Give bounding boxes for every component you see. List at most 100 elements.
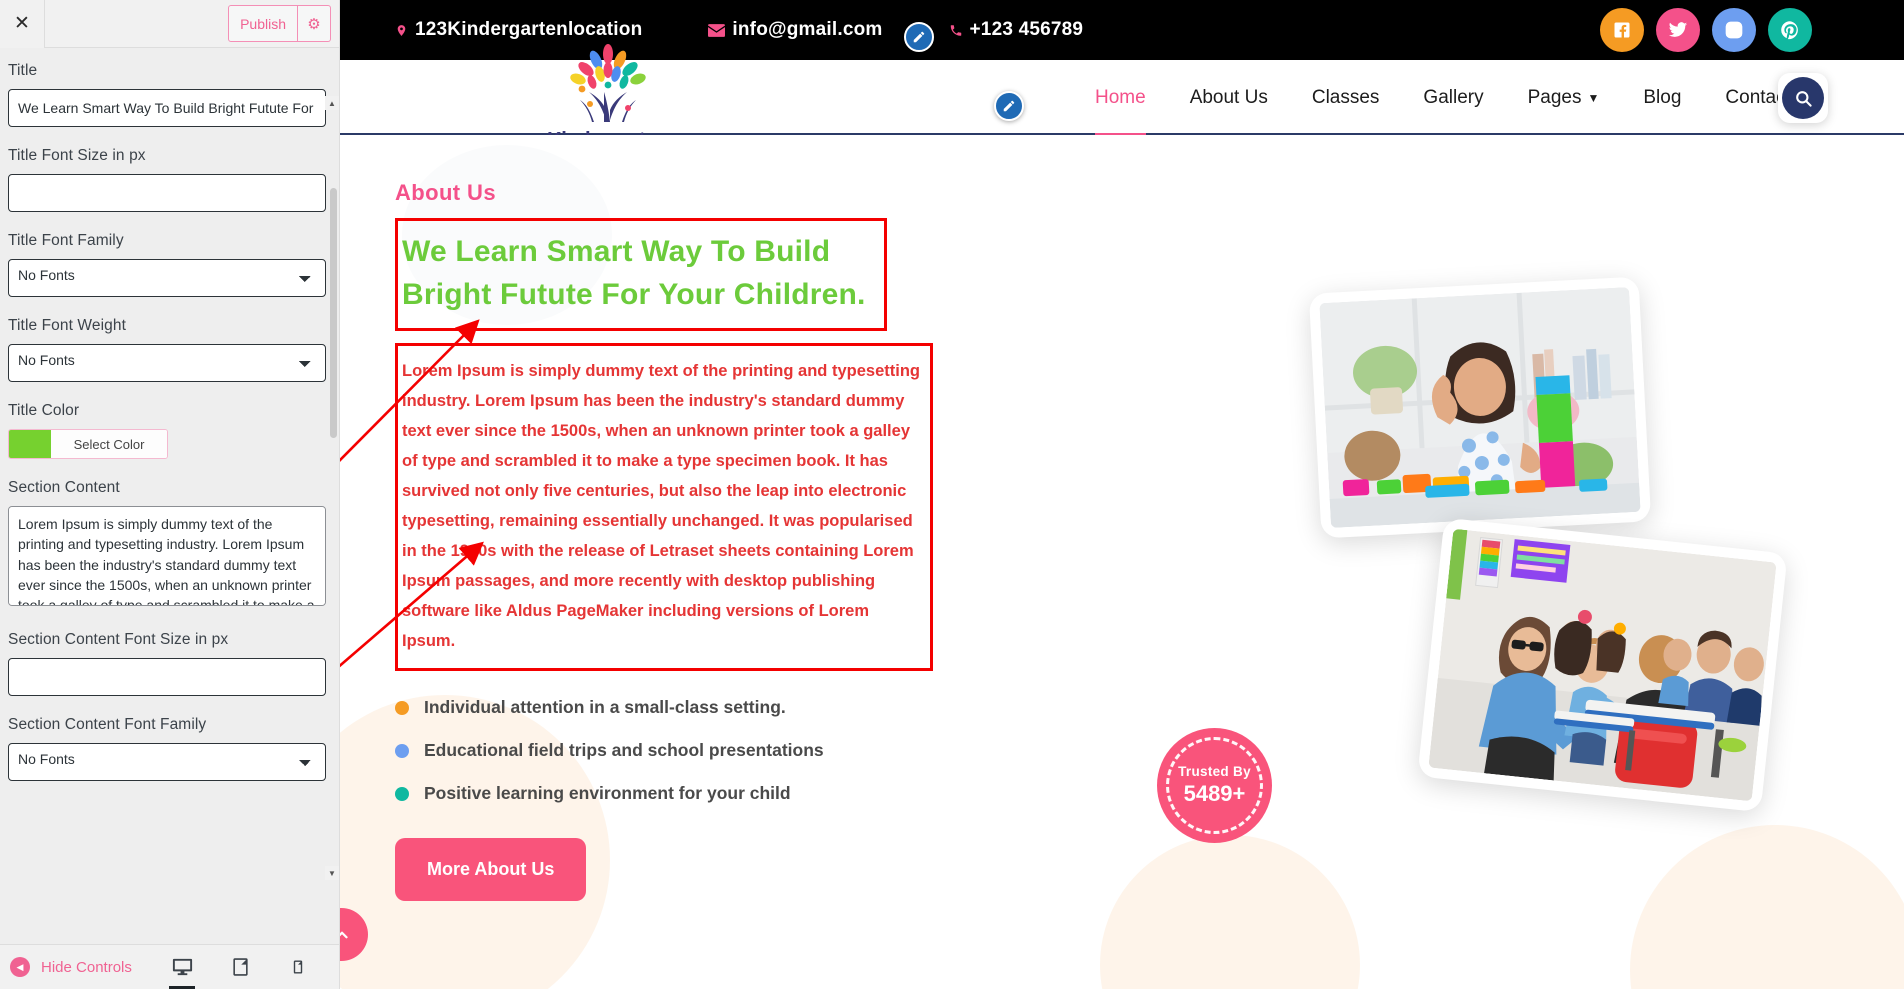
- topbar-email-text: info@gmail.com: [732, 19, 883, 40]
- hide-controls-label: Hide Controls: [41, 958, 132, 976]
- site-preview: 123Kindergartenlocation info@gmail.com +…: [340, 0, 1904, 989]
- topbar-location-text: 123Kindergartenlocation: [415, 19, 643, 40]
- field-title-font-size-label: Title Font Size in px: [8, 147, 146, 164]
- field-title-color: Title Color Select Color: [8, 388, 331, 465]
- bullet-dot-icon: [395, 743, 409, 758]
- about-content: Lorem Ipsum is simply dummy text of the …: [402, 362, 920, 651]
- field-title-font-family: Title Font Family No Fonts: [8, 218, 331, 303]
- nav-item-gallery[interactable]: Gallery: [1401, 60, 1505, 135]
- bullet-dot-icon: [395, 786, 409, 801]
- list-item-label: Individual attention in a small-class se…: [424, 697, 786, 718]
- title-input[interactable]: [8, 89, 326, 127]
- about-content-column: About Us We Learn Smart Way To Build Bri…: [395, 180, 995, 902]
- gear-icon[interactable]: ⚙: [298, 5, 331, 42]
- twitter-icon[interactable]: [1656, 8, 1700, 52]
- about-title-highlight-box: We Learn Smart Way To Build Bright Futut…: [395, 218, 887, 332]
- hide-controls-button[interactable]: ◀ Hide Controls: [0, 957, 132, 977]
- topbar-phone-text: +123 456789: [969, 19, 1084, 40]
- site-topbar: 123Kindergartenlocation info@gmail.com +…: [340, 0, 1904, 60]
- site-header: Kindergarten Home About Us Classes Galle…: [340, 44, 1904, 151]
- facebook-icon[interactable]: [1600, 8, 1644, 52]
- map-pin-icon: [395, 22, 408, 39]
- topbar-email[interactable]: info@gmail.com: [708, 19, 882, 41]
- field-title: Title: [8, 48, 331, 133]
- customizer-sidebar: ✕ Publish ⚙ Title Title Font Size in px …: [0, 0, 340, 989]
- topbar-contacts: 123Kindergartenlocation info@gmail.com +…: [395, 19, 1083, 41]
- field-title-color-label: Title Color: [8, 402, 80, 419]
- title-font-size-input[interactable]: [8, 174, 326, 212]
- scrollbar-down-arrow-icon[interactable]: ▼: [325, 866, 339, 880]
- customizer-header: ✕ Publish ⚙: [0, 0, 339, 48]
- envelope-icon: [708, 23, 726, 37]
- edit-pencil-icon-topbar[interactable]: [904, 22, 934, 52]
- nav-item-blog[interactable]: Blog: [1621, 60, 1703, 135]
- field-title-font-weight: Title Font Weight No Fonts: [8, 303, 331, 388]
- search-icon: [1782, 77, 1824, 119]
- chevron-left-icon: ◀: [10, 957, 30, 977]
- list-item-label: Educational field trips and school prese…: [424, 740, 824, 761]
- trusted-badge-value: 5489+: [1183, 781, 1246, 806]
- tablet-icon[interactable]: [219, 945, 261, 989]
- trusted-badge-label: Trusted By: [1178, 764, 1251, 779]
- desktop-icon[interactable]: [161, 945, 203, 989]
- select-color-button[interactable]: Select Color: [51, 430, 167, 458]
- trusted-badge: Trusted By 5489+: [1157, 728, 1272, 843]
- girl-playing-blocks-photo: [1319, 287, 1641, 528]
- field-title-font-size: Title Font Size in px: [8, 133, 331, 218]
- nav-item-classes[interactable]: Classes: [1290, 60, 1402, 135]
- more-about-us-button[interactable]: More About Us: [395, 838, 587, 902]
- section-content-font-family-select[interactable]: No Fonts: [8, 743, 326, 781]
- field-title-font-weight-label: Title Font Weight: [8, 317, 126, 334]
- about-content-highlight-box: Lorem Ipsum is simply dummy text of the …: [395, 343, 933, 672]
- customizer-scrollbar-thumb[interactable]: [330, 188, 337, 438]
- device-preview-switcher: [161, 945, 319, 989]
- customizer-footer: ◀ Hide Controls: [0, 944, 339, 989]
- field-section-content-font-size-label: Section Content Font Size in px: [8, 631, 229, 648]
- publish-button[interactable]: Publish: [228, 5, 298, 42]
- title-color-swatch[interactable]: [9, 430, 51, 458]
- pinterest-icon[interactable]: [1768, 8, 1812, 52]
- list-item: Individual attention in a small-class se…: [395, 697, 995, 718]
- topbar-location[interactable]: 123Kindergartenlocation: [395, 19, 642, 41]
- section-content-font-size-input[interactable]: [8, 658, 326, 696]
- about-photo-1: [1308, 276, 1652, 539]
- field-title-label: Title: [8, 62, 38, 79]
- field-section-content-label: Section Content: [8, 479, 120, 496]
- customizer-actions: Publish ⚙: [228, 5, 331, 42]
- teacher-with-children-classroom-photo: [1428, 528, 1777, 802]
- field-section-content-font-family-label: Section Content Font Family: [8, 716, 207, 733]
- about-photo-2: [1417, 517, 1788, 813]
- decorative-blob: [1630, 825, 1904, 989]
- title-font-weight-select[interactable]: No Fonts: [8, 344, 326, 382]
- about-title: We Learn Smart Way To Build Bright Futut…: [402, 235, 866, 311]
- scrollbar-up-arrow-icon[interactable]: ▲: [325, 96, 339, 110]
- instagram-icon[interactable]: [1712, 8, 1756, 52]
- main-navigation: Home About Us Classes Gallery Pages ▼ Blo…: [1073, 60, 1841, 137]
- topbar-social-links: [1600, 8, 1812, 52]
- section-content-textarea[interactable]: [8, 506, 326, 606]
- field-section-content-font-size: Section Content Font Size in px: [8, 617, 331, 702]
- about-section: About Us We Learn Smart Way To Build Bri…: [340, 135, 1904, 989]
- field-title-font-family-label: Title Font Family: [8, 232, 124, 249]
- title-color-picker[interactable]: Select Color: [8, 429, 168, 459]
- list-item: Positive learning environment for your c…: [395, 783, 995, 804]
- nav-item-home[interactable]: Home: [1073, 60, 1168, 137]
- about-feature-list: Individual attention in a small-class se…: [395, 697, 995, 804]
- search-button[interactable]: [1778, 73, 1828, 123]
- decorative-blob: [1100, 835, 1360, 989]
- title-font-family-select[interactable]: No Fonts: [8, 259, 326, 297]
- chevron-up-icon: [340, 931, 348, 938]
- list-item-label: Positive learning environment for your c…: [424, 783, 791, 804]
- nav-item-about-us[interactable]: About Us: [1168, 60, 1290, 135]
- phone-icon: [949, 22, 963, 39]
- edit-pencil-icon-nav[interactable]: [994, 91, 1024, 121]
- mobile-icon[interactable]: [277, 945, 319, 989]
- customizer-controls-scroll[interactable]: Title Title Font Size in px Title Font F…: [0, 48, 339, 944]
- bullet-dot-icon: [395, 700, 409, 715]
- about-eyebrow: About Us: [395, 180, 496, 205]
- close-icon[interactable]: ✕: [0, 0, 45, 48]
- nav-item-pages[interactable]: Pages ▼: [1506, 60, 1622, 135]
- chevron-down-icon: ▼: [1587, 90, 1600, 105]
- topbar-phone[interactable]: +123 456789: [949, 19, 1084, 41]
- field-section-content: Section Content: [8, 465, 331, 617]
